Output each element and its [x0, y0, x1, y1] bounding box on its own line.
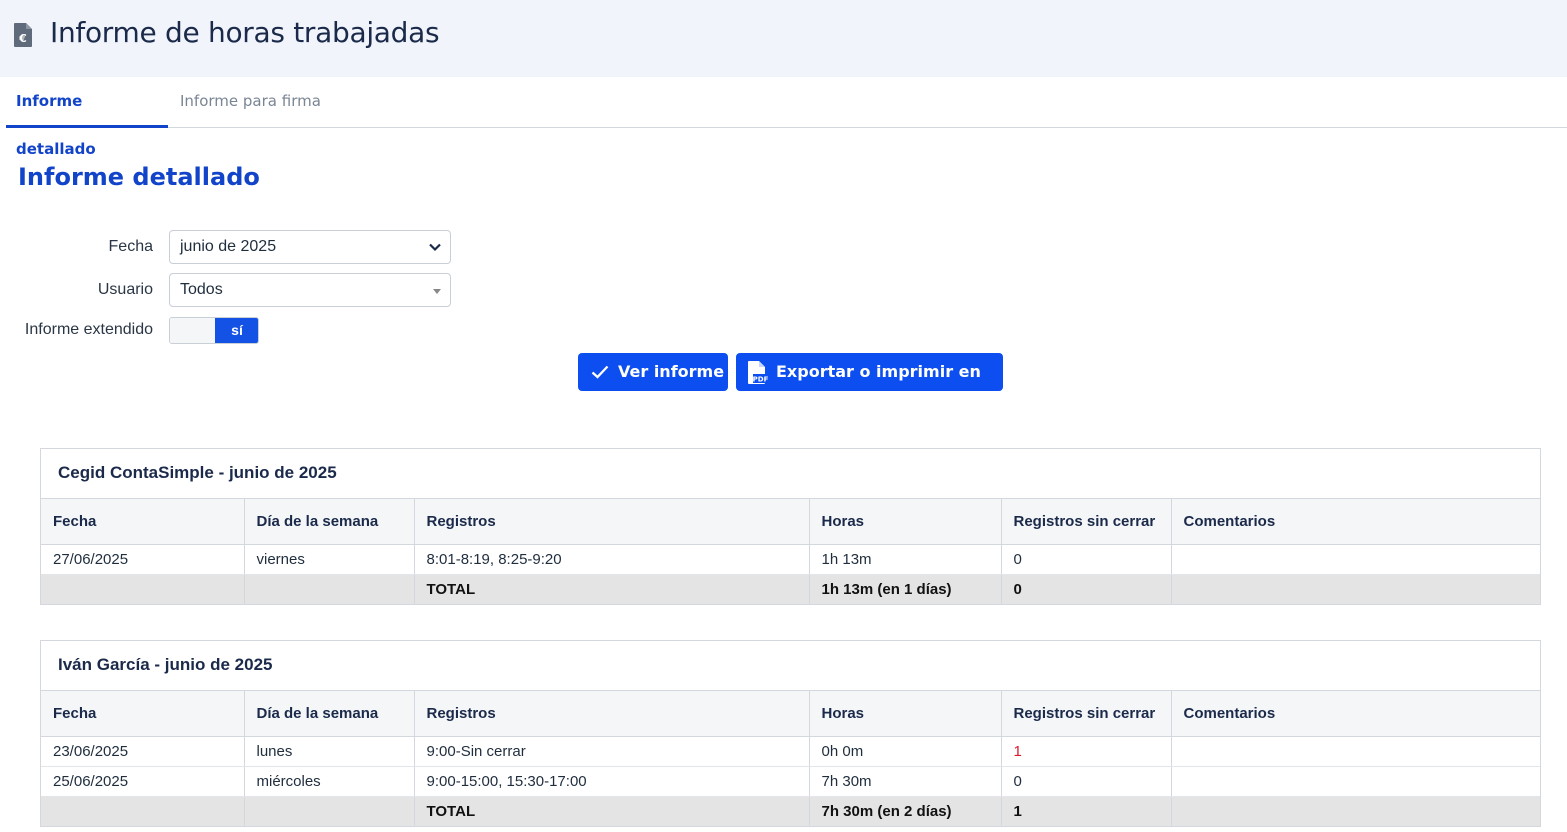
check-icon	[591, 365, 609, 379]
invoice-euro-icon: €	[13, 22, 33, 48]
total-sin-cerrar: 0	[1001, 574, 1172, 604]
cell-registros: 9:00-15:00, 15:30-17:00	[414, 766, 810, 797]
column-header-fecha[interactable]: Fecha	[41, 499, 245, 545]
tab-informe-para-firma[interactable]: Informe para firma	[170, 77, 331, 128]
column-header-comentarios[interactable]: Comentarios	[1171, 691, 1540, 737]
cell-empty	[41, 574, 245, 604]
report-title: Iván García - junio de 2025	[41, 641, 1540, 691]
column-header-registros[interactable]: Registros	[414, 691, 810, 737]
cell-fecha: 25/06/2025	[41, 766, 245, 797]
tab-bar: Informe detallado Informe para firma	[6, 77, 1567, 158]
toggle-off-segment[interactable]	[170, 318, 215, 343]
table-header-row: Fecha Día de la semana Registros Horas R…	[41, 691, 1540, 737]
total-sin-cerrar: 1	[1001, 796, 1172, 826]
cell-comentarios	[1171, 766, 1540, 797]
cell-registros: 8:01-8:19, 8:25-9:20	[414, 544, 810, 575]
exportar-pdf-button[interactable]: PDF Exportar o imprimir en PDF	[736, 353, 1003, 419]
report-title: Cegid ContaSimple - junio de 2025	[41, 449, 1540, 499]
cell-horas: 0h 0m	[809, 736, 1002, 767]
chevron-down-icon	[429, 243, 441, 252]
total-row: TOTAL 1h 13m (en 1 días) 0	[41, 574, 1540, 604]
cell-empty	[1171, 574, 1540, 604]
total-horas: 7h 30m (en 2 días)	[809, 796, 1002, 826]
column-header-horas[interactable]: Horas	[809, 499, 1002, 545]
ver-informe-label: Ver informe	[618, 362, 725, 381]
column-header-fecha[interactable]: Fecha	[41, 691, 245, 737]
page-header: € Informe de horas trabajadas	[0, 0, 1567, 77]
column-header-horas[interactable]: Horas	[809, 691, 1002, 737]
cell-fecha: 23/06/2025	[41, 736, 245, 767]
svg-text:€: €	[18, 32, 27, 45]
table-row: 25/06/2025 miércoles 9:00-15:00, 15:30-1…	[41, 766, 1540, 797]
svg-text:PDF: PDF	[753, 376, 769, 384]
cell-empty	[1171, 796, 1540, 826]
report-card: Cegid ContaSimple - junio de 2025 Fecha …	[40, 448, 1541, 605]
cell-dia: lunes	[244, 736, 415, 767]
report-card: Iván García - junio de 2025 Fecha Día de…	[40, 640, 1541, 827]
usuario-select[interactable]: Todos	[169, 273, 451, 307]
page-title: Informe de horas trabajadas	[50, 16, 440, 49]
cell-comentarios	[1171, 544, 1540, 575]
cell-dia: miércoles	[244, 766, 415, 797]
report-table: Fecha Día de la semana Registros Horas R…	[41, 499, 1540, 604]
cell-horas: 7h 30m	[809, 766, 1002, 797]
cell-comentarios	[1171, 736, 1540, 767]
total-label: TOTAL	[414, 574, 810, 604]
fecha-select[interactable]: junio de 2025	[169, 230, 451, 264]
exportar-pdf-label: Exportar o imprimir en PDF	[776, 362, 981, 419]
cell-fecha: 27/06/2025	[41, 544, 245, 575]
cell-registros: 9:00-Sin cerrar	[414, 736, 810, 767]
pdf-file-icon: PDF	[748, 361, 769, 384]
ver-informe-button[interactable]: Ver informe	[578, 353, 728, 391]
cell-sin-cerrar: 0	[1001, 766, 1172, 797]
informe-extendido-toggle[interactable]: sí	[169, 317, 259, 344]
section-title: Informe detallado	[18, 163, 260, 191]
cell-sin-cerrar: 1	[1001, 736, 1172, 767]
total-row: TOTAL 7h 30m (en 2 días) 1	[41, 796, 1540, 826]
cell-sin-cerrar: 0	[1001, 544, 1172, 575]
cell-horas: 1h 13m	[809, 544, 1002, 575]
dropdown-caret-icon	[433, 289, 441, 294]
table-header-row: Fecha Día de la semana Registros Horas R…	[41, 499, 1540, 545]
column-header-dia[interactable]: Día de la semana	[244, 691, 415, 737]
tab-informe-detallado[interactable]: Informe detallado	[6, 77, 168, 158]
table-row: 23/06/2025 lunes 9:00-Sin cerrar 0h 0m 1	[41, 736, 1540, 767]
total-label: TOTAL	[414, 796, 810, 826]
cell-dia: viernes	[244, 544, 415, 575]
column-header-sin-cerrar[interactable]: Registros sin cerrar	[1001, 691, 1172, 737]
report-table: Fecha Día de la semana Registros Horas R…	[41, 691, 1540, 826]
column-header-comentarios[interactable]: Comentarios	[1171, 499, 1540, 545]
fecha-label: Fecha	[108, 238, 153, 255]
toggle-on-segment[interactable]: sí	[215, 318, 258, 343]
cell-empty	[41, 796, 245, 826]
column-header-dia[interactable]: Día de la semana	[244, 499, 415, 545]
usuario-label: Usuario	[97, 281, 153, 298]
cell-empty	[244, 796, 415, 826]
cell-empty	[244, 574, 415, 604]
informe-extendido-label: Informe extendido	[24, 321, 153, 338]
table-row: 27/06/2025 viernes 8:01-8:19, 8:25-9:20 …	[41, 544, 1540, 575]
fecha-select-value: junio de 2025	[180, 238, 277, 255]
column-header-registros[interactable]: Registros	[414, 499, 810, 545]
total-horas: 1h 13m (en 1 días)	[809, 574, 1002, 604]
column-header-sin-cerrar[interactable]: Registros sin cerrar	[1001, 499, 1172, 545]
usuario-select-value: Todos	[180, 281, 223, 298]
